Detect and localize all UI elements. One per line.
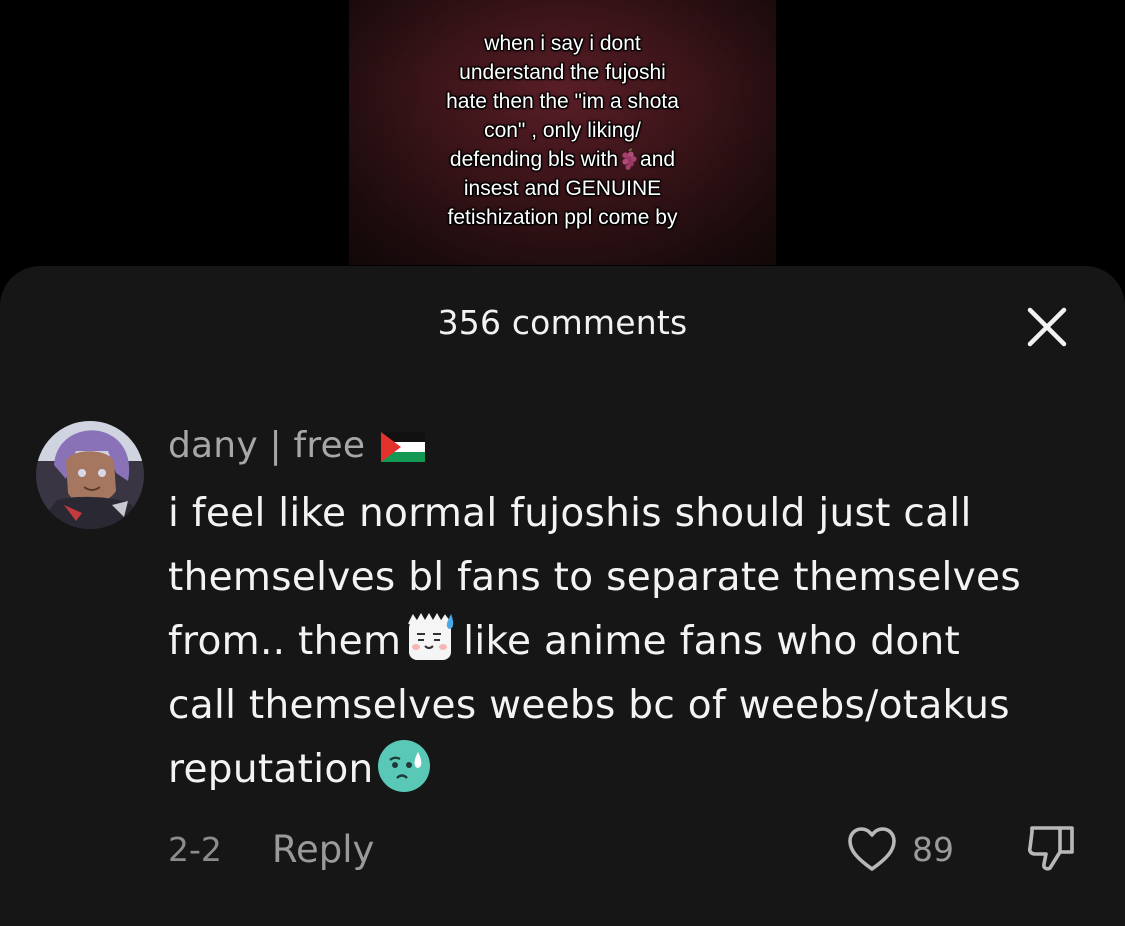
overlay-line-1: when i say i dont	[484, 32, 641, 55]
overlay-line-6: insest and GENUINE	[463, 177, 662, 200]
overlay-line-3: hate then the "im a shota	[446, 90, 679, 113]
video-caption-overlay: when i say i dont understand the fujoshi…	[369, 29, 756, 232]
comment-line-1: i feel like normal fujoshis should just …	[168, 491, 972, 536]
reply-button[interactable]: Reply	[272, 828, 374, 871]
comment-line-3-tail: like anime fans who dont	[463, 619, 961, 664]
comment-line-5-text: reputation	[168, 747, 374, 792]
comment-line-2: themselves bl fans to separate themselve…	[168, 555, 1021, 600]
grapes-emoji-icon	[622, 148, 637, 170]
overlay-line-7: fetishization ppl come by	[447, 206, 678, 229]
like-button[interactable]: 89	[846, 824, 954, 874]
commenter-avatar[interactable]	[36, 421, 144, 529]
like-count: 89	[912, 829, 954, 869]
overlay-line-2: understand the fujoshi	[459, 61, 666, 84]
sad-sweat-emoji-icon	[377, 740, 430, 792]
sweat-smile-emoji-icon	[408, 612, 454, 660]
comment-meta-row: 2-2 Reply	[168, 824, 374, 874]
comment-line-4: call themselves weebs bc of weebs/otakus	[168, 683, 1010, 728]
comment-line-5: reputation	[168, 738, 1108, 802]
close-button[interactable]	[1022, 302, 1072, 352]
comment-line-3: from.. them like anime fans who dont	[168, 610, 1108, 674]
overlay-line-5: defending bls with and	[369, 145, 756, 174]
anime-avatar-icon	[36, 421, 144, 529]
dislike-button[interactable]	[1024, 822, 1080, 874]
overlay-line-5-tail: and	[640, 148, 676, 171]
video-preview[interactable]: when i say i dont understand the fujoshi…	[349, 0, 776, 265]
overlay-line-5-text: defending bls with	[449, 148, 619, 171]
comment-body: i feel like normal fujoshis should just …	[168, 482, 1108, 802]
palestine-flag-icon	[381, 432, 426, 462]
thumbs-down-icon	[1027, 826, 1074, 871]
comment-line-3-head: from.. them	[168, 619, 402, 664]
heart-icon	[848, 827, 896, 871]
close-icon	[1027, 307, 1067, 347]
comment-author-row: dany | free	[168, 422, 426, 468]
comment-date: 2-2	[168, 829, 222, 869]
overlay-line-4: con" , only liking/	[484, 119, 641, 142]
comment-username[interactable]: dany | free	[168, 425, 365, 466]
comments-count-title: 356 comments	[437, 303, 688, 342]
